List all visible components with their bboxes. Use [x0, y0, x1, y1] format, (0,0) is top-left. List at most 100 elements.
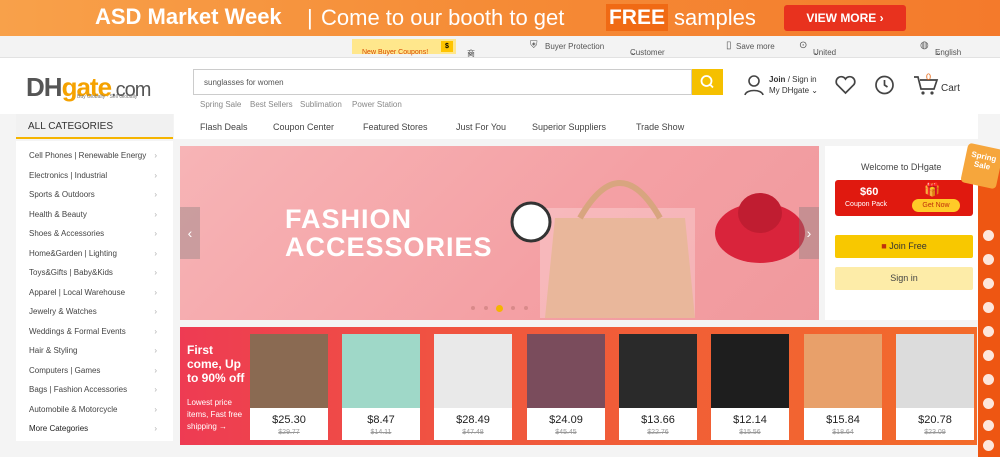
new-buyer-coupons[interactable]: New Buyer Coupons! $: [352, 39, 456, 56]
user-icon[interactable]: [743, 74, 765, 96]
nav-featured-stores[interactable]: Featured Stores: [363, 122, 428, 132]
nav-trade-show[interactable]: Trade Show: [636, 122, 684, 132]
more-categories-link[interactable]: More Categories ›: [29, 424, 169, 433]
gift-icon: ■: [881, 241, 887, 251]
carousel-prev-button[interactable]: ‹: [180, 207, 200, 259]
banner-free-badge: FREE: [606, 4, 668, 31]
bookmark-icon[interactable]: [983, 420, 994, 431]
chevron-right-icon: ›: [806, 225, 812, 241]
my-dhgate-label: My DHgate: [769, 86, 810, 95]
product-price: $15.84: [826, 414, 860, 426]
product-price: $12.14: [733, 414, 767, 426]
cart-link[interactable]: Cart: [941, 83, 960, 94]
shop-icon[interactable]: [983, 302, 994, 313]
chat-icon[interactable]: [983, 440, 994, 451]
carousel-dot[interactable]: [511, 306, 515, 310]
product-card[interactable]: $28.49 $47.48: [434, 334, 512, 440]
coupon-icon[interactable]: [983, 278, 994, 289]
nav-just-for-you[interactable]: Just For You: [456, 122, 506, 132]
category-item[interactable]: Jewelry & Watches ›: [29, 307, 169, 316]
category-item[interactable]: Electronics | Industrial ›: [29, 171, 169, 180]
get-now-button[interactable]: Get Now: [912, 199, 960, 212]
view-more-button[interactable]: VIEW MORE ›: [784, 5, 906, 31]
sign-in-button[interactable]: Sign in: [835, 267, 973, 290]
product-old-price: $15.56: [739, 429, 761, 436]
chevron-down-icon: ⌄: [630, 48, 637, 57]
spring-sale-badge[interactable]: Spring Sale: [960, 142, 1000, 190]
coupon-amount: $60: [860, 186, 879, 198]
product-old-price: $45.45: [555, 429, 577, 436]
my-dhgate-menu[interactable]: My DHgate ⌄: [769, 86, 818, 95]
hot-search-link[interactable]: Spring Sale: [200, 100, 241, 109]
join-free-button[interactable]: ■ Join Free: [835, 235, 973, 258]
carousel-dot[interactable]: [484, 306, 488, 310]
chevron-down-icon: ⌄: [467, 48, 474, 57]
carousel-dot-active[interactable]: [496, 305, 503, 312]
category-item[interactable]: Health & Beauty ›: [29, 210, 169, 219]
document-icon[interactable]: [983, 398, 994, 409]
search-input[interactable]: sunglasses for women: [193, 69, 692, 95]
cart-count: 0: [926, 72, 932, 82]
category-item[interactable]: Toys&Gifts | Baby&Kids ›: [29, 268, 169, 277]
banner-title: ASD Market Week: [95, 4, 282, 29]
promo-banner[interactable]: ASD Market Week | Come to our booth to g…: [0, 0, 1000, 36]
chevron-right-icon: ›: [154, 190, 157, 199]
product-image: [896, 334, 974, 408]
nav-superior-suppliers[interactable]: Superior Suppliers: [532, 122, 606, 132]
category-item[interactable]: Home&Garden | Lighting ›: [29, 249, 169, 258]
chevron-down-icon: ⌄: [935, 48, 942, 57]
heart-icon[interactable]: [834, 75, 857, 95]
product-card[interactable]: $15.84 $18.64: [804, 334, 882, 440]
product-card[interactable]: $25.30 $29.77: [250, 334, 328, 440]
location-pin-icon: ⊙: [799, 40, 808, 51]
compass-icon[interactable]: [983, 230, 994, 241]
side-toolbar: Spring Sale: [960, 142, 1000, 457]
hot-search-link[interactable]: Best Sellers: [250, 100, 293, 109]
category-item[interactable]: Apparel | Local Warehouse ›: [29, 288, 169, 297]
fire-icon[interactable]: [983, 350, 994, 361]
category-item[interactable]: Hair & Styling ›: [29, 346, 169, 355]
product-price: $28.49: [456, 414, 490, 426]
product-card[interactable]: $8.47 $14.11: [342, 334, 420, 440]
banner-text-samples: samples: [674, 5, 756, 30]
save-more-link[interactable]: Save more: [736, 42, 775, 51]
history-icon[interactable]: [873, 74, 896, 96]
chevron-right-icon: ›: [154, 405, 157, 414]
category-item[interactable]: Sports & Outdoors ›: [29, 190, 169, 199]
category-item[interactable]: Computers | Games ›: [29, 366, 169, 375]
product-card[interactable]: $24.09 $45.45: [527, 334, 605, 440]
logo-tagline: Buy Globally · Sell Globally: [77, 94, 138, 100]
hero-title-line1: FASHION: [285, 204, 413, 234]
category-label: Automobile & Motorcycle: [29, 405, 118, 414]
product-card[interactable]: $13.66 $22.76: [619, 334, 697, 440]
coupon-pack-card[interactable]: $60 Coupon Pack 🎁 Get Now: [835, 180, 973, 216]
carousel-next-button[interactable]: ›: [799, 207, 819, 259]
product-card[interactable]: $20.78 $23.09: [896, 334, 974, 440]
hero-carousel[interactable]: FASHION ACCESSORIES ‹ ›: [180, 146, 819, 320]
buyer-protection-link[interactable]: Buyer Protection: [545, 42, 604, 51]
category-item[interactable]: Weddings & Formal Events ›: [29, 327, 169, 336]
category-item[interactable]: Cell Phones | Renewable Energy ›: [29, 151, 169, 160]
carousel-dot[interactable]: [471, 306, 475, 310]
category-item[interactable]: Automobile & Motorcycle ›: [29, 405, 169, 414]
carousel-dot[interactable]: [524, 306, 528, 310]
nav-flash-deals[interactable]: Flash Deals: [200, 122, 248, 132]
search-button[interactable]: [692, 69, 723, 95]
all-categories-header[interactable]: ALL CATEGORIES: [16, 114, 173, 139]
hot-search-link[interactable]: Sublimation: [300, 100, 342, 109]
category-item[interactable]: Bags | Fashion Accessories ›: [29, 385, 169, 394]
product-old-price: $22.76: [647, 429, 669, 436]
store-icon[interactable]: [983, 254, 994, 265]
category-sidebar: Cell Phones | Renewable Energy › Electron…: [16, 141, 173, 441]
check-icon[interactable]: [983, 374, 994, 385]
category-item[interactable]: Shoes & Accessories ›: [29, 229, 169, 238]
hot-search-link[interactable]: Power Station: [352, 100, 402, 109]
join-signin-link[interactable]: Join / Sign in: [769, 75, 817, 84]
chevron-down-icon: ⌄: [813, 48, 820, 57]
flash-subtitle: Lowest price items, Fast free shipping →: [187, 398, 243, 431]
product-card[interactable]: $12.14 $15.56: [711, 334, 789, 440]
gift-icon[interactable]: [983, 326, 994, 337]
nav-coupon-center[interactable]: Coupon Center: [273, 122, 334, 132]
join-free-label: Join Free: [889, 241, 927, 251]
category-label: Sports & Outdoors: [29, 190, 95, 199]
